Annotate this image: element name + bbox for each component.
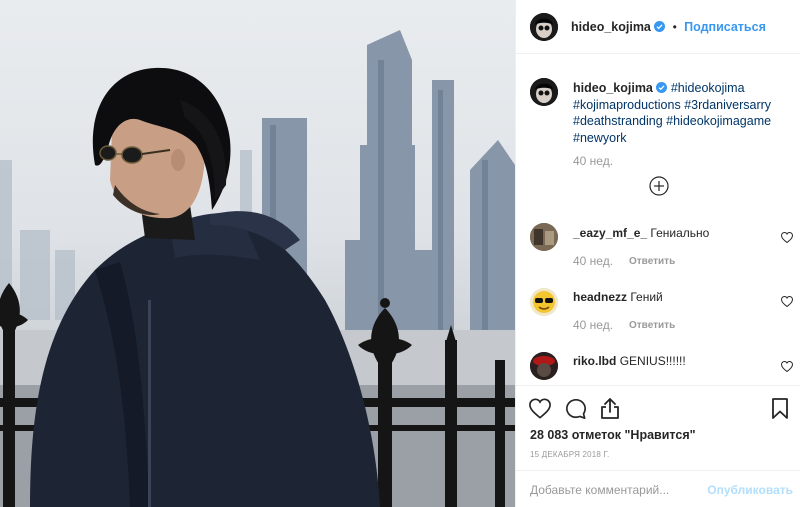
load-more-comments-icon[interactable] [649,176,669,196]
verified-badge-icon [654,21,666,32]
author-avatar[interactable] [530,13,558,41]
hashtag-link[interactable]: #hideokojima [671,81,745,95]
comment-bubble-icon[interactable] [565,398,587,420]
comment-username[interactable]: _eazy_mf_e_ [573,226,647,240]
comment-like-icon[interactable] [781,296,793,307]
comment-like-icon[interactable] [781,361,793,372]
hashtag-link[interactable]: #newyork [573,131,627,145]
reply-button[interactable]: Ответить [629,320,675,331]
comment-body: GENIUS!!!!!! [619,354,686,368]
hashtag-link[interactable]: #3rdaniversarry [684,98,771,112]
follow-button[interactable]: Подписаться [684,20,766,34]
caption-time[interactable]: 40 нед. [573,154,613,168]
header-username[interactable]: hideo_kojima [571,20,651,34]
avatar-image [530,78,558,106]
add-comment-input[interactable] [530,483,690,497]
commenter-avatar[interactable] [530,352,558,380]
post-header: hideo_kojima • Подписаться [516,0,800,54]
post-actions-section: 28 083 отметок "Нравится" 15 ДЕКАБРЯ 201… [516,385,800,507]
post-date[interactable]: 15 ДЕКАБРЯ 2018 Г. [530,450,609,459]
separator-dot: • [672,20,677,34]
comment-time[interactable]: 40 нед. [573,254,613,268]
reply-button[interactable]: Ответить [629,256,675,267]
share-icon[interactable] [600,397,620,420]
caption-avatar[interactable] [530,78,558,106]
avatar-image [530,288,558,316]
comment-like-icon[interactable] [781,232,793,243]
commenter-avatar[interactable] [530,223,558,251]
like-heart-icon[interactable] [529,398,551,419]
avatar-image [530,223,558,251]
comment: riko.lbd GENIUS!!!!!! [573,354,686,368]
commenter-avatar[interactable] [530,288,558,316]
post-photo[interactable] [0,0,515,507]
caption-username[interactable]: hideo_kojima [573,81,653,95]
avatar-image [530,13,558,41]
comment-time[interactable]: 40 нед. [573,318,613,332]
post-caption: hideo_kojima #hideokojima #kojimaproduct… [573,80,793,146]
header-author-line: hideo_kojima • Подписаться [571,20,766,34]
avatar-image [530,352,558,380]
add-comment-bar: Опубликовать [516,470,800,507]
comment: headnezz Гений [573,290,663,304]
comment-username[interactable]: riko.lbd [573,354,616,368]
hashtag-link[interactable]: #kojimaproductions [573,98,681,112]
hashtag-link[interactable]: #deathstranding [573,114,663,128]
hashtag-link[interactable]: #hideokojimagame [666,114,771,128]
photo-illustration [0,30,515,507]
likes-count[interactable]: 28 083 отметок "Нравится" [530,428,696,442]
comment-body: Гениально [650,226,710,240]
comment-username[interactable]: headnezz [573,290,627,304]
verified-badge-icon [656,82,668,93]
comment: _eazy_mf_e_ Гениально [573,226,709,240]
instagram-post-view: hideo_kojima • Подписаться hideo_kojima … [0,0,800,507]
comment-body: Гений [630,290,663,304]
post-details-panel: hideo_kojima • Подписаться hideo_kojima … [515,0,800,507]
bookmark-icon[interactable] [771,397,789,420]
publish-button[interactable]: Опубликовать [707,483,793,497]
